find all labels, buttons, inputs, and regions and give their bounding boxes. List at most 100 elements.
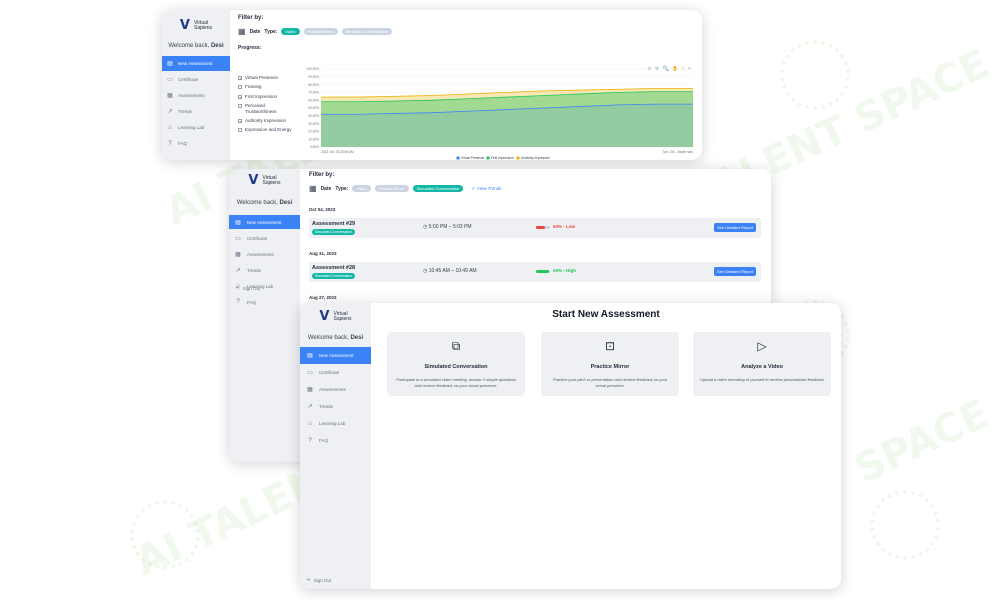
type-chip-practice-mirror[interactable]: Practice Mirror <box>374 185 409 192</box>
sign-out-link[interactable]: ⇥ Sign Out <box>306 577 331 583</box>
legend-marker <box>486 156 490 160</box>
learning-lab-icon: ⌂ <box>308 420 312 427</box>
sidebar-item-assessments[interactable]: ▦ Assessments <box>162 88 230 103</box>
certificate-icon: ▭ <box>235 235 241 242</box>
checkbox[interactable]: ✓ <box>238 76 242 81</box>
score-label: 63% - Low <box>553 224 576 229</box>
sidebar-item-new-assessment[interactable]: ▤ New Assessment <box>300 347 371 364</box>
score-bar-fill <box>536 226 545 229</box>
sidebar-item-certificate[interactable]: ▭ Certificate <box>229 231 300 245</box>
brand-logo[interactable]: V Virtual Sapiens <box>300 309 371 324</box>
sidebar-item-new-assessment[interactable]: ▤ New Assessment <box>229 215 300 229</box>
x-tick-label: 2023 Oct, 03:10:06 AM <box>321 150 354 154</box>
checkbox[interactable]: ✓ <box>238 94 242 100</box>
card-practice-mirror[interactable]: ⊡ Practice Mirror Practice your pitch or… <box>541 332 679 396</box>
assessment-name: Assessment #28 <box>312 265 356 271</box>
metric-checklist: ✓ Virtual Presence Framing ✓ First Impress… <box>238 75 294 137</box>
sidebar-item-certificate[interactable]: ▭ Certificate <box>300 364 371 381</box>
trends-window: V Virtual Sapiens Welcome back, Desi ▤ New… <box>162 10 702 160</box>
y-tick-label: 70.00% <box>308 91 319 95</box>
brand-logo-mark: V <box>319 309 330 324</box>
sidebar-item-trends[interactable]: ↗ Trends <box>162 104 230 119</box>
trends-icon: ↗ <box>235 267 241 274</box>
card-simulated-conversation[interactable]: ⧉ Simulated Conversation Participate in … <box>387 332 525 396</box>
detailed-report-button[interactable]: See Detailed Report <box>713 267 756 276</box>
type-chip-simulated-conversation[interactable]: Simulated Conversation <box>412 185 464 192</box>
filter-row: ▦ Date Type: Video Practice Mirror Simul… <box>238 27 696 36</box>
type-chip-practice-mirror[interactable]: Practice Mirror <box>303 28 338 35</box>
assessment-row[interactable]: Assessment #29 Simulated Conversation ◷ … <box>309 218 761 238</box>
calendar-icon[interactable]: ▦ <box>309 184 317 193</box>
sidebar-item-faq[interactable]: ? FAQ <box>229 295 300 309</box>
sidebar: V Virtual Sapiens Welcome back, Desi ▤ New… <box>300 303 371 589</box>
type-chip-video[interactable]: Video <box>352 185 371 192</box>
sidebar-item-assessments[interactable]: ▦ Assessments <box>300 381 371 398</box>
x-tick-label: Tue, Oct – Mode rank <box>662 150 693 154</box>
metric-expression-energy[interactable]: Expression and Energy <box>238 127 294 133</box>
y-tick-label: 0.00% <box>310 145 319 149</box>
sidebar-item-trends[interactable]: ↗ Trends <box>300 398 371 415</box>
metric-perceived-trustworthiness[interactable]: Perceived Trustworthiness <box>238 103 294 114</box>
type-chip-simulated-conversation[interactable]: Simulated Conversation <box>341 28 393 35</box>
legend-marker <box>456 156 460 160</box>
checkbox[interactable] <box>238 128 242 133</box>
type-chip-video[interactable]: Video <box>281 28 300 35</box>
score-label: 93% - High <box>553 268 577 273</box>
sidebar-item-assessments[interactable]: ▦ Assessments <box>229 247 300 261</box>
y-tick-label: 100.00% <box>306 67 319 71</box>
metric-framing[interactable]: Framing <box>238 84 294 90</box>
sidebar-item-trends[interactable]: ↗ Trends <box>229 263 300 277</box>
assessments-icon: ▦ <box>235 251 241 258</box>
y-tick-label: 30.00% <box>308 122 319 126</box>
legend-label: Virtual Presence <box>461 156 485 160</box>
card-analyze-video[interactable]: ▷ Analyze a Video Upload a video recordi… <box>693 332 831 396</box>
sign-out-link[interactable]: ⇥ Sign Out <box>235 285 260 291</box>
checkbox[interactable]: ✓ <box>238 118 242 124</box>
trends-main: Filter by: ▦ Date Type: Video Practice M… <box>238 15 696 160</box>
progress-title: Progress: <box>238 45 262 51</box>
brand-logo-mark: V <box>248 173 259 188</box>
sidebar-item-learning-lab[interactable]: ⌂ Learning Lab <box>300 415 371 432</box>
checkbox[interactable] <box>238 104 242 109</box>
learning-lab-icon: ⌂ <box>168 124 172 131</box>
assessment-row[interactable]: Assessment #28 Simulated Conversation ◷ … <box>309 262 761 282</box>
detailed-report-button[interactable]: See Detailed Report <box>713 223 756 232</box>
date-heading: Aug 27, 2023 <box>309 295 337 300</box>
legend-label: First Impression <box>491 156 514 160</box>
certificate-icon: ▭ <box>307 370 313 376</box>
assessment-type-badge: Simulated Conversation <box>312 229 356 235</box>
sidebar-item-faq[interactable]: ? FAQ <box>162 136 230 151</box>
legend-label: Authority Impression <box>521 156 550 160</box>
y-tick-label: 10.00% <box>308 137 319 141</box>
legend-marker <box>516 156 520 160</box>
filter-row: ▦ Date Type: Video Practice Mirror Simul… <box>309 184 502 193</box>
date-heading: Aug 31, 2023 <box>309 251 337 256</box>
date-heading: Oct 04, 2023 <box>309 207 336 212</box>
assessments-icon: ▦ <box>167 93 173 99</box>
sidebar-item-learning-lab[interactable]: ⌂ Learning Lab <box>162 120 230 135</box>
y-tick-label: 50.00% <box>308 106 319 110</box>
watermark-logo <box>130 500 200 570</box>
sidebar-item-new-assessment[interactable]: ▤ New Assessment <box>162 56 230 71</box>
metric-virtual-presence[interactable]: ✓ Virtual Presence <box>238 75 294 81</box>
y-tick-label: 90.00% <box>308 75 319 79</box>
metric-first-impression[interactable]: ✓ First Impression <box>238 94 294 100</box>
new-assessment-icon: ▤ <box>235 219 241 226</box>
watermark-logo <box>780 40 850 110</box>
sidebar: V Virtual Sapiens Welcome back, Desi ▤ New… <box>162 10 230 160</box>
sign-out-icon: ⇥ <box>306 577 310 582</box>
sidebar-item-faq[interactable]: ? FAQ <box>300 432 371 449</box>
faq-icon: ? <box>236 299 240 305</box>
checkbox[interactable] <box>238 85 242 90</box>
metric-authority-impression[interactable]: ✓ Authority Impression <box>238 118 294 124</box>
mirror-icon: ⊡ <box>604 339 616 353</box>
watermark-logo <box>870 490 940 560</box>
brand-logo[interactable]: V Virtual Sapiens <box>162 18 230 33</box>
score-bar <box>536 226 550 229</box>
view-trends-link[interactable]: ↗ View Trends <box>471 186 501 192</box>
sign-out-icon: ⇥ <box>235 285 239 290</box>
brand-logo[interactable]: V Virtual Sapiens <box>229 173 300 188</box>
sidebar-item-certificate[interactable]: ▭ Certificate <box>162 72 230 87</box>
calendar-icon[interactable]: ▦ <box>238 27 246 36</box>
clock-icon: ◷ <box>423 268 428 274</box>
